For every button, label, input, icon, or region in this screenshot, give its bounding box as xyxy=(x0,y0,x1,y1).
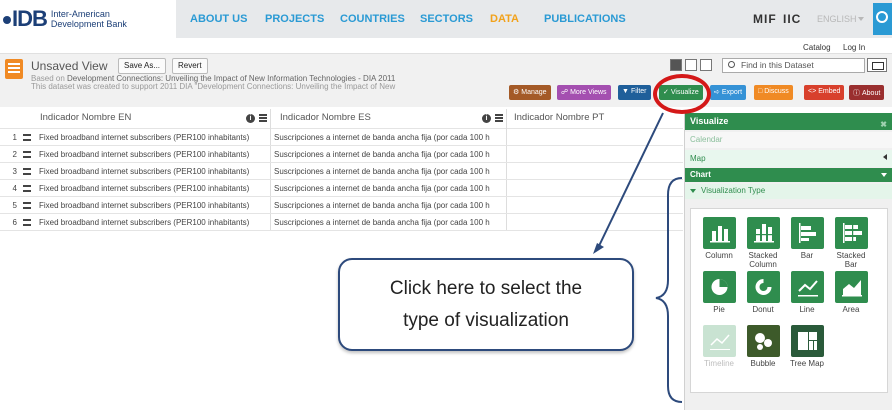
visualization-type-section[interactable]: Visualization Type xyxy=(685,184,892,199)
row-menu-icon[interactable] xyxy=(23,134,31,141)
chevron-down-icon xyxy=(858,17,864,21)
row-menu-icon[interactable] xyxy=(23,151,31,158)
row-menu-icon[interactable] xyxy=(23,202,31,209)
table-row[interactable]: 4 Fixed broadband internet subscribers (P… xyxy=(0,180,683,197)
stacked-column-icon xyxy=(746,217,780,249)
login-link[interactable]: Log In xyxy=(843,43,865,52)
line-chart-icon xyxy=(790,271,824,303)
chevron-left-icon xyxy=(883,154,887,160)
about-button[interactable]: ⓘ About xyxy=(849,85,885,100)
area-chart-icon xyxy=(834,271,868,303)
fullscreen-icon[interactable] xyxy=(867,58,887,72)
discuss-button[interactable]: □ Discuss xyxy=(754,85,793,100)
pointer-arrow-head xyxy=(593,243,604,254)
nav-countries[interactable]: COUNTRIES xyxy=(340,13,405,25)
tree-map-option[interactable]: Tree Map xyxy=(785,325,829,368)
pie-chart-option[interactable]: Pie xyxy=(697,271,741,314)
calendar-option[interactable]: Calendar xyxy=(685,132,892,148)
column-chart-icon xyxy=(702,217,736,249)
export-button[interactable]: ➪ Export xyxy=(710,85,747,100)
callout-box: Click here to select the type of visuali… xyxy=(338,258,634,351)
table-row[interactable]: 5 Fixed broadband internet subscribers (P… xyxy=(0,197,683,214)
bar-chart-option[interactable]: Bar xyxy=(785,217,829,260)
nav-publications[interactable]: PUBLICATIONS xyxy=(544,13,626,25)
row-menu-icon[interactable] xyxy=(23,185,31,192)
split-view-icon[interactable] xyxy=(685,59,697,71)
idb-logo[interactable]: IDB Inter-American Development Bank xyxy=(3,5,127,33)
find-in-dataset-input[interactable]: Find in this Dataset xyxy=(722,58,865,73)
nav-projects[interactable]: PROJECTS xyxy=(265,13,324,25)
dataset-icon xyxy=(5,59,23,79)
column-menu-icon[interactable] xyxy=(495,114,503,122)
table-row[interactable]: 6 Fixed broadband internet subscribers (P… xyxy=(0,214,683,231)
nav-sectors[interactable]: SECTORS xyxy=(420,13,473,25)
bubble-chart-icon xyxy=(746,325,780,357)
idb-logo-text: Inter-American Development Bank xyxy=(50,9,127,29)
catalog-link[interactable]: Catalog xyxy=(803,43,831,52)
visualize-panel: Visualize ✖ Calendar Map Chart Visualizat… xyxy=(684,113,892,410)
table-row[interactable]: 3 Fixed broadband internet subscribers (P… xyxy=(0,163,683,180)
pie-chart-icon xyxy=(702,271,736,303)
site-search-button[interactable] xyxy=(873,3,892,35)
column-header-es[interactable]: Indicador Nombre ES xyxy=(271,109,506,129)
idb-logo-mark: IDB xyxy=(3,6,48,32)
page-view-icon[interactable] xyxy=(700,59,712,71)
line-chart-option[interactable]: Line xyxy=(785,271,829,314)
row-menu-icon[interactable] xyxy=(23,219,31,226)
column-header-en[interactable]: Indicador Nombre EN xyxy=(0,109,270,129)
bar-chart-icon xyxy=(790,217,824,249)
timeline-option: Timeline xyxy=(697,325,741,368)
iic-link[interactable]: IIC xyxy=(783,12,801,26)
language-selector[interactable]: ENGLISH xyxy=(817,14,857,24)
column-header-pt[interactable]: Indicador Nombre PT xyxy=(507,109,683,129)
area-chart-option[interactable]: Area xyxy=(829,271,873,314)
table-row[interactable]: 2 Fixed broadband internet subscribers (P… xyxy=(0,146,683,163)
chart-option[interactable]: Chart xyxy=(685,168,892,182)
chevron-down-icon xyxy=(690,188,696,193)
donut-chart-icon xyxy=(746,271,780,303)
more-views-button[interactable]: ☍ More Views xyxy=(557,85,611,100)
mif-link[interactable]: MIF xyxy=(753,12,777,26)
dataset-description: This dataset was created to support 2011… xyxy=(31,82,396,91)
top-navigation: IDB Inter-American Development Bank ABOUT… xyxy=(0,0,892,38)
row-menu-icon[interactable] xyxy=(23,168,31,175)
timeline-icon xyxy=(702,325,736,357)
nav-data[interactable]: DATA xyxy=(490,13,519,25)
revert-button[interactable]: Revert xyxy=(172,58,208,74)
stacked-bar-option[interactable]: Stacked Bar xyxy=(829,217,873,269)
table-view-icon[interactable] xyxy=(670,59,682,71)
map-option[interactable]: Map xyxy=(685,150,892,167)
callout-line-1: Click here to select the xyxy=(389,278,583,299)
stacked-column-option[interactable]: Stacked Column xyxy=(741,217,785,269)
filter-button[interactable]: ▼ Filter xyxy=(618,85,651,100)
table-row[interactable]: 1 Fixed broadband internet subscribers (P… xyxy=(0,129,683,146)
embed-button[interactable]: <> Embed xyxy=(804,85,845,100)
save-as-button[interactable]: Save As... xyxy=(118,58,167,74)
highlight-circle xyxy=(653,74,711,114)
close-icon[interactable]: ✖ xyxy=(880,120,887,129)
column-chart-option[interactable]: Column xyxy=(697,217,741,260)
info-icon[interactable]: i xyxy=(246,114,255,123)
callout-line-2: type of visualization xyxy=(403,310,569,331)
info-icon[interactable]: i xyxy=(482,114,491,123)
tree-map-icon xyxy=(790,325,824,357)
stacked-bar-icon xyxy=(834,217,868,249)
nav-about-us[interactable]: ABOUT US xyxy=(190,13,247,25)
bubble-chart-option[interactable]: Bubble xyxy=(741,325,785,368)
manage-button[interactable]: ⚙ Manage xyxy=(509,85,551,100)
visualize-panel-title: Visualize ✖ xyxy=(685,113,892,130)
column-menu-icon[interactable] xyxy=(259,114,267,122)
donut-chart-option[interactable]: Donut xyxy=(741,271,785,314)
visualization-type-grid: Column Stacked Column Bar Stacked Bar Pi… xyxy=(690,208,888,393)
chevron-down-icon xyxy=(881,173,887,177)
search-icon xyxy=(728,61,735,68)
dataset-title: Unsaved View xyxy=(31,59,108,73)
